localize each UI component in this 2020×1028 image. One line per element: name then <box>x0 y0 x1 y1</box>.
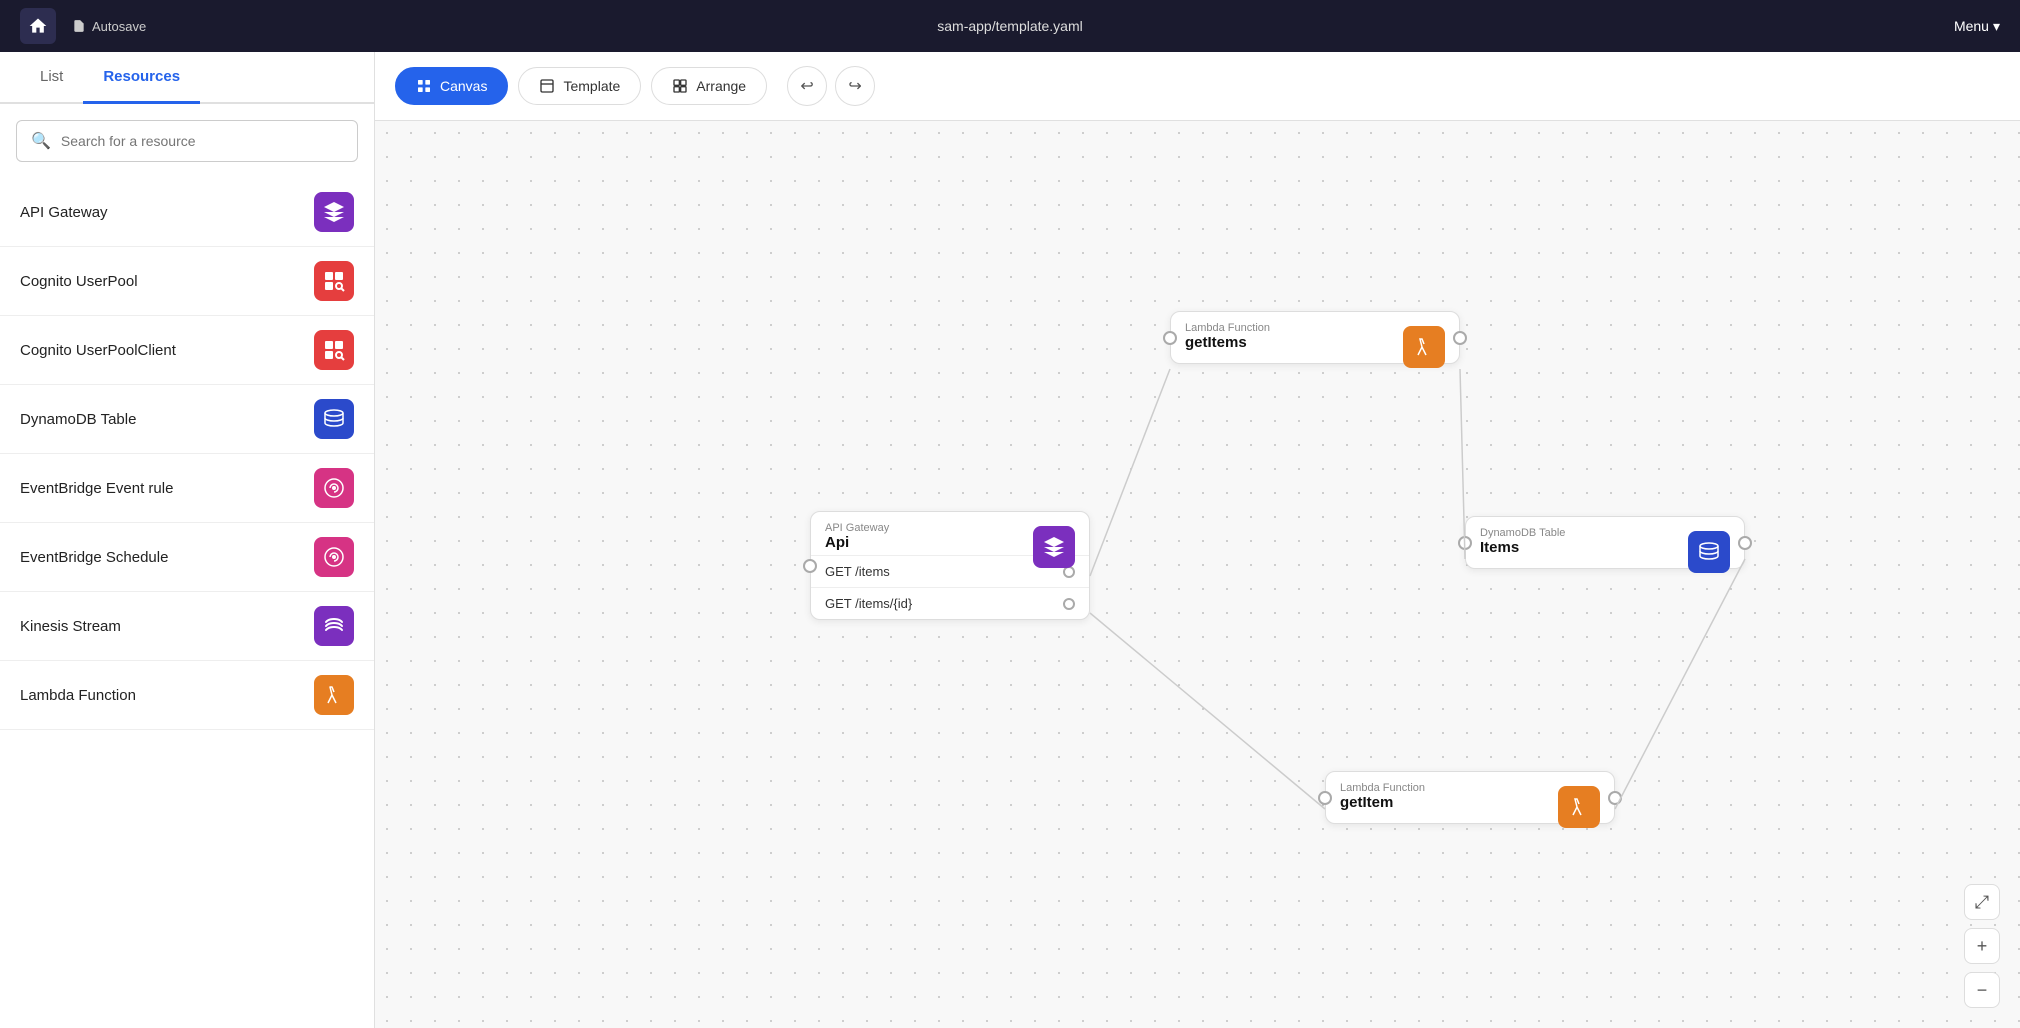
resource-list: API Gateway Cognito UserPool <box>0 178 374 1028</box>
home-button[interactable] <box>20 8 56 44</box>
api-route-row-2: GET /items/{id} <box>811 587 1089 619</box>
canvas-area: Canvas Template Arrange ↩ <box>375 52 2020 1028</box>
list-item[interactable]: Lambda Function <box>0 661 374 730</box>
lambda-getitem-icon <box>1558 786 1600 828</box>
search-icon: 🔍 <box>31 131 51 151</box>
lambda-getitem-node[interactable]: Lambda Function getItem <box>1325 771 1615 824</box>
template-button[interactable]: Template <box>518 67 641 105</box>
dynamodb-icon-node <box>1688 531 1730 573</box>
dynamodb-left-connector[interactable] <box>1458 536 1472 550</box>
sidebar: List Resources 🔍 API Gateway <box>0 52 375 1028</box>
kinesis-icon <box>314 606 354 646</box>
dynamodb-items-node[interactable]: DynamoDB Table Items <box>1465 516 1745 569</box>
sidebar-search: 🔍 <box>0 104 374 178</box>
lambda-icon <box>314 675 354 715</box>
list-item[interactable]: EventBridge Schedule <box>0 523 374 592</box>
api-gateway-node[interactable]: API Gateway Api GET /items GET /items/{i… <box>810 511 1090 620</box>
main-layout: List Resources 🔍 API Gateway <box>0 52 2020 1028</box>
api-gateway-node-icon <box>1033 526 1075 568</box>
zoom-controls: ⤢ + − <box>1964 884 2000 1008</box>
lambda-getitems-icon <box>1403 326 1445 368</box>
dynamodb-icon <box>314 399 354 439</box>
list-item[interactable]: Cognito UserPoolClient <box>0 316 374 385</box>
list-item[interactable]: DynamoDB Table <box>0 385 374 454</box>
canvas-toolbar: Canvas Template Arrange ↩ <box>375 52 2020 121</box>
lambda-getitem-right-connector[interactable] <box>1608 791 1622 805</box>
undo-button[interactable]: ↩ <box>787 66 827 106</box>
autosave-indicator: Autosave <box>72 19 146 34</box>
tab-list[interactable]: List <box>20 52 83 104</box>
file-title: sam-app/template.yaml <box>937 18 1083 34</box>
fit-button[interactable]: ⤢ <box>1964 884 2000 920</box>
cognito-userpool-icon <box>314 261 354 301</box>
api-gateway-icon <box>314 192 354 232</box>
canvas-button[interactable]: Canvas <box>395 67 508 105</box>
lambda-getitem-left-connector[interactable] <box>1318 791 1332 805</box>
eventbridge-schedule-icon <box>314 537 354 577</box>
list-item[interactable]: API Gateway <box>0 178 374 247</box>
tab-resources[interactable]: Resources <box>83 52 200 104</box>
list-item[interactable]: Kinesis Stream <box>0 592 374 661</box>
canvas-canvas[interactable]: API Gateway Api GET /items GET /items/{i… <box>375 121 2020 1028</box>
route-connector-2[interactable] <box>1063 598 1075 610</box>
api-gateway-left-connector[interactable] <box>803 559 817 573</box>
arrange-button[interactable]: Arrange <box>651 67 767 105</box>
search-input[interactable] <box>61 133 343 149</box>
cognito-userpoolclient-icon <box>314 330 354 370</box>
lambda-getitems-right-connector[interactable] <box>1453 331 1467 345</box>
sidebar-tabs: List Resources <box>0 52 374 104</box>
dynamodb-right-connector[interactable] <box>1738 536 1752 550</box>
lambda-getitems-left-connector[interactable] <box>1163 331 1177 345</box>
redo-button[interactable]: ↪ <box>835 66 875 106</box>
zoom-out-button[interactable]: − <box>1964 972 2000 1008</box>
eventbridge-rule-icon <box>314 468 354 508</box>
list-item[interactable]: Cognito UserPool <box>0 247 374 316</box>
zoom-in-button[interactable]: + <box>1964 928 2000 964</box>
menu-button[interactable]: Menu ▾ <box>1954 18 2000 35</box>
search-input-wrap[interactable]: 🔍 <box>16 120 358 162</box>
top-bar: Autosave sam-app/template.yaml Menu ▾ <box>0 0 2020 52</box>
lambda-getitems-node[interactable]: Lambda Function getItems <box>1170 311 1460 364</box>
list-item[interactable]: EventBridge Event rule <box>0 454 374 523</box>
